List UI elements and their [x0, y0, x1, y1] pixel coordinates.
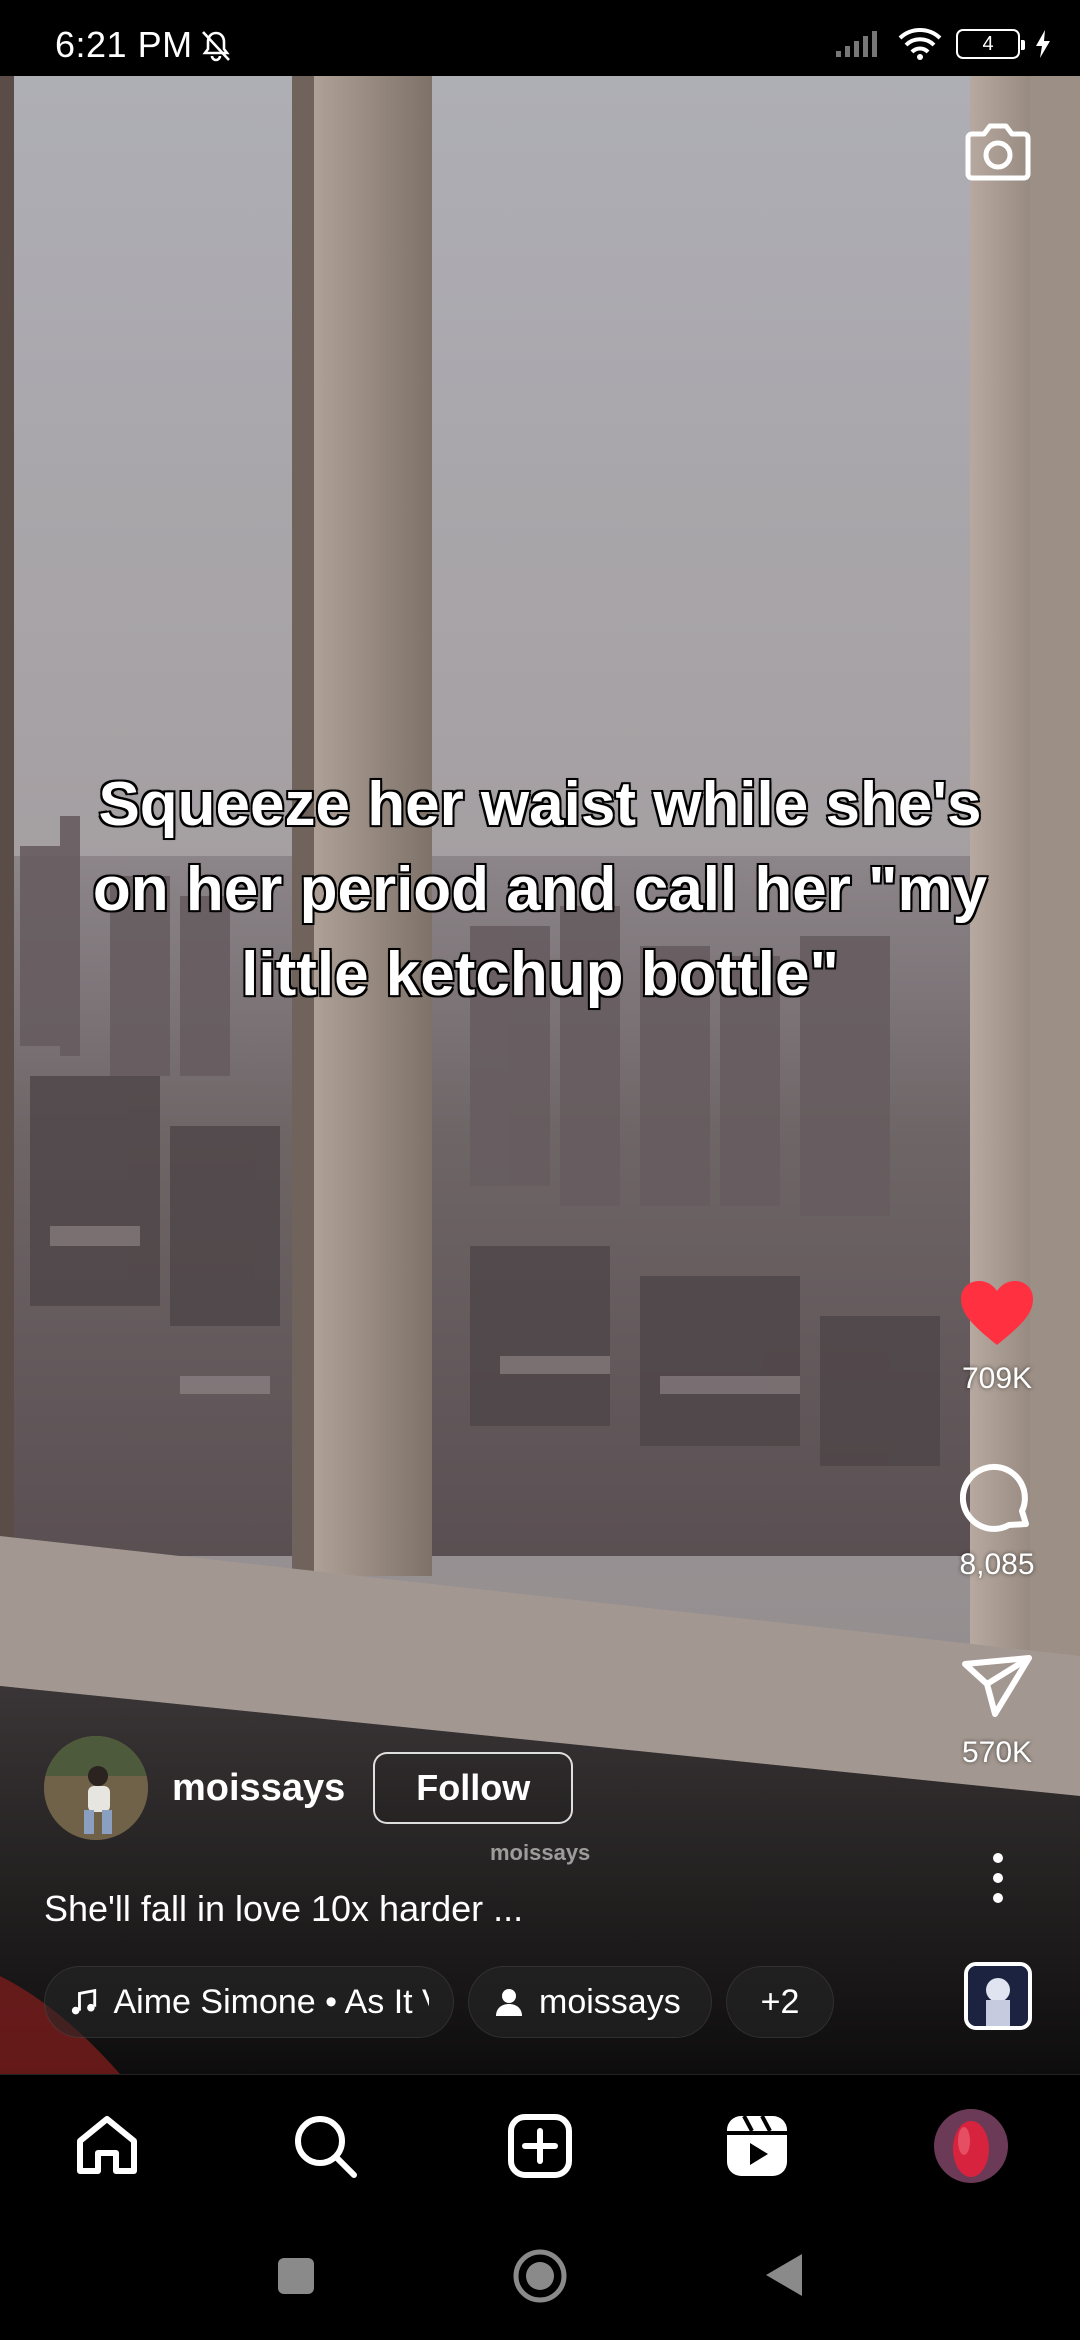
nav-home[interactable] [70, 2109, 144, 2183]
camera-icon[interactable] [962, 118, 1034, 184]
battery-icon: 4 [956, 29, 1025, 59]
reel-video[interactable]: Squeeze her waist while she's on her per… [0, 76, 1080, 2074]
create-icon[interactable] [507, 2113, 573, 2179]
share-count: 570K [961, 1736, 1033, 1769]
person-icon [496, 1989, 522, 2016]
comment-count: 8,085 [959, 1548, 1035, 1581]
battery-level: 4 [982, 32, 994, 55]
signal-icon [836, 31, 877, 57]
system-navigation-bar [0, 2216, 1080, 2340]
home-button[interactable] [512, 2248, 568, 2304]
share-icon[interactable] [961, 1654, 1033, 1720]
audio-thumbnail[interactable] [964, 1962, 1032, 2030]
tagged-user-chip[interactable]: moissays [468, 1966, 712, 2038]
like-action[interactable]: 709K [942, 1270, 1052, 1396]
status-time: 6:21 PM [55, 24, 193, 65]
bottom-nav [0, 2074, 1080, 2216]
follow-button[interactable]: Follow [373, 1752, 574, 1824]
author-row: moissays Follow [44, 1736, 574, 1840]
reels-icon[interactable] [724, 2113, 790, 2179]
tagged-user-label: moissays [539, 1982, 681, 2021]
profile-avatar[interactable] [934, 2109, 1008, 2183]
wifi-icon [898, 28, 942, 60]
charging-icon [1036, 30, 1050, 58]
author-username[interactable]: moissays [172, 1767, 345, 1810]
author-avatar[interactable] [44, 1736, 148, 1840]
music-note-icon [71, 1988, 97, 2015]
music-chip-label: Aime Simone • As It V [113, 1982, 429, 2021]
comment-action[interactable]: 8,085 [942, 1456, 1052, 1582]
video-overlay-text: Squeeze her waist while she's on her per… [91, 769, 988, 1011]
more-options-icon[interactable] [988, 1850, 1008, 1906]
mute-bell-icon [202, 31, 230, 62]
heart-icon[interactable] [959, 1279, 1035, 1347]
nav-reels[interactable] [720, 2109, 794, 2183]
share-action[interactable]: 570K [942, 1644, 1052, 1770]
comment-icon[interactable] [960, 1462, 1034, 1536]
status-bar: 6:21 PM 4 [0, 0, 1080, 76]
nav-create[interactable] [503, 2109, 577, 2183]
back-button[interactable] [764, 2252, 804, 2298]
status-icons: 4 [834, 26, 1052, 62]
video-watermark: moissays [490, 1840, 591, 1865]
info-chips: Aime Simone • As It V moissays +2 [44, 1966, 834, 2038]
recent-apps-button[interactable] [276, 2256, 316, 2296]
more-tags-chip[interactable]: +2 [726, 1966, 834, 2038]
search-icon[interactable] [292, 2113, 358, 2179]
like-count: 709K [961, 1362, 1033, 1395]
music-chip[interactable]: Aime Simone • As It V [44, 1966, 454, 2038]
reel-caption[interactable]: She'll fall in love 10x harder ... [44, 1888, 523, 1930]
nav-profile[interactable] [934, 2109, 1008, 2183]
home-icon[interactable] [74, 2113, 140, 2179]
nav-search[interactable] [288, 2109, 362, 2183]
